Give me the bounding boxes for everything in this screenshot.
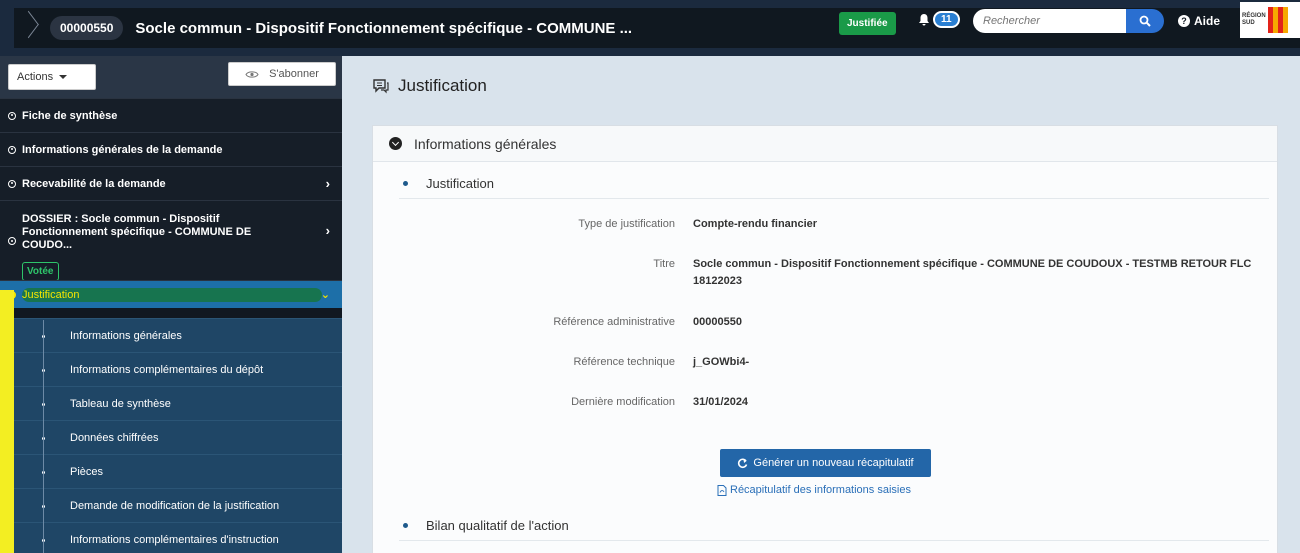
sidebar-item-dossier[interactable]: DOSSIER : Socle commun - Dispositif Fonc… (0, 200, 342, 281)
panel-title: Informations générales (414, 135, 557, 152)
divider (399, 540, 1269, 541)
sidebar-item-label: Informations générales de la demande (22, 143, 223, 156)
field-value-ref-tech: j_GOWbi4- (693, 356, 750, 368)
region-logo-bars (1268, 7, 1288, 33)
sidebar-subitem-tableau-synthese[interactable]: Tableau de synthèse (0, 386, 342, 420)
divider (399, 198, 1269, 199)
status-badge: Justifiée (839, 12, 896, 35)
field-label-derniere-modif: Dernière modification (571, 396, 675, 408)
help-label: Aide (1194, 14, 1221, 28)
sidebar-item-label: Fiche de synthèse (22, 109, 118, 122)
subscribe-button[interactable]: S'abonner (228, 62, 336, 86)
sidebar-item-justification[interactable]: Justification ⌄ (0, 280, 342, 308)
section-title: Bilan qualitatif de l'action (426, 518, 569, 533)
page-title: Justification (372, 76, 487, 96)
sidebar-subitem-demande-modification[interactable]: Demande de modification de la justificat… (0, 488, 342, 522)
sidebar-subitem-pieces[interactable]: Pièces (0, 454, 342, 488)
field-label-ref-tech: Référence technique (573, 356, 675, 368)
sidebar-subitem-donnees-chiffrees[interactable]: Données chiffrées (0, 420, 342, 454)
sidebar-item-recevabilite[interactable]: Recevabilité de la demande › (0, 166, 342, 200)
subscribe-label: S'abonner (269, 68, 319, 80)
main-content: Justification Informations générales Jus… (342, 56, 1300, 553)
field-label-type: Type de justification (578, 218, 675, 230)
sidebar-subitem-informations-generales[interactable]: Informations générales (0, 318, 342, 352)
generate-recap-button[interactable]: Générer un nouveau récapitulatif (720, 449, 931, 477)
highlight-marker-rail (0, 290, 14, 553)
dossier-title: Socle commun - Dispositif Fonctionnement… (135, 19, 633, 37)
sidebar-item-label: Justification (22, 288, 80, 301)
section-title: Justification (426, 176, 494, 191)
circle-dot-icon (8, 179, 16, 188)
generate-recap-label: Générer un nouveau récapitulatif (753, 457, 914, 469)
sidebar-item-infos-generales-demande[interactable]: Informations générales de la demande (0, 132, 342, 166)
search-input[interactable] (973, 9, 1141, 33)
field-value-type: Compte-rendu financier (693, 218, 818, 230)
chevron-down-icon: ⌄ (320, 289, 330, 301)
field-label-titre: Titre (653, 258, 675, 270)
page-title-text: Justification (398, 76, 487, 95)
notifications-button[interactable]: 11 (918, 11, 960, 28)
recap-link-label: Récapitulatif des informations saisies (730, 484, 911, 496)
sidebar-item-label: Recevabilité de la demande (22, 177, 166, 190)
region-logo: RÉGION SUD (1240, 2, 1300, 38)
field-value-derniere-modif: 31/01/2024 (693, 396, 749, 408)
help-link[interactable]: ? Aide (1178, 14, 1220, 28)
top-bar: 00000550 Socle commun - Dispositif Fonct… (0, 0, 1300, 56)
bell-icon (919, 14, 929, 26)
info-panel: Informations générales Justification Typ… (372, 125, 1278, 553)
chevron-right-icon: › (325, 176, 330, 191)
circle-dot-icon (8, 237, 16, 245)
votee-badge: Votée (22, 262, 59, 281)
eye-icon (245, 70, 259, 78)
file-pdf-icon (717, 484, 727, 496)
menu-chevron-icon[interactable] (14, 8, 40, 48)
circle-dot-icon (8, 111, 16, 120)
circle-dot-icon (8, 145, 16, 154)
submenu-rail (43, 320, 44, 553)
recap-link[interactable]: Récapitulatif des informations saisies (717, 484, 911, 496)
field-label-ref-admin: Référence administrative (553, 316, 675, 328)
sidebar-subitem-infos-complementaires-instruction[interactable]: Informations complémentaires d'instructi… (0, 522, 342, 553)
bullet-icon (403, 523, 408, 528)
region-logo-text: RÉGION SUD (1242, 13, 1266, 26)
field-value-ref-admin: 00000550 (693, 316, 742, 328)
section-bilan-header: Bilan qualitatif de l'action (403, 518, 569, 533)
sidebar-item-fiche-synthese[interactable]: Fiche de synthèse (0, 98, 342, 132)
bullet-icon (403, 181, 408, 186)
collapse-chevron-icon[interactable] (389, 137, 402, 150)
sidebar-subitem-infos-complementaires-depot[interactable]: Informations complémentaires du dépôt (0, 352, 342, 386)
question-circle-icon: ? (1178, 15, 1190, 27)
dossier-number-badge: 00000550 (50, 16, 124, 40)
sidebar-actions-row: Actions S'abonner (0, 56, 342, 98)
actions-dropdown-button[interactable]: Actions (8, 64, 96, 90)
refresh-icon (738, 458, 748, 468)
panel-header[interactable]: Informations générales (373, 126, 1277, 162)
field-value-titre: Socle commun - Dispositif Fonctionnement… (693, 258, 1252, 287)
sidebar-dossier-label: DOSSIER : Socle commun - Dispositif Fonc… (22, 213, 252, 251)
search-icon (1139, 15, 1151, 27)
comments-icon (373, 79, 389, 94)
search-button[interactable] (1126, 9, 1164, 33)
sidebar: Actions S'abonner Fiche de synthèse Info… (0, 56, 342, 553)
caret-down-icon (59, 75, 68, 79)
section-justification-header: Justification (403, 176, 494, 191)
chevron-right-icon: › (325, 223, 330, 238)
notification-count: 11 (933, 11, 960, 28)
actions-label: Actions (17, 71, 54, 83)
